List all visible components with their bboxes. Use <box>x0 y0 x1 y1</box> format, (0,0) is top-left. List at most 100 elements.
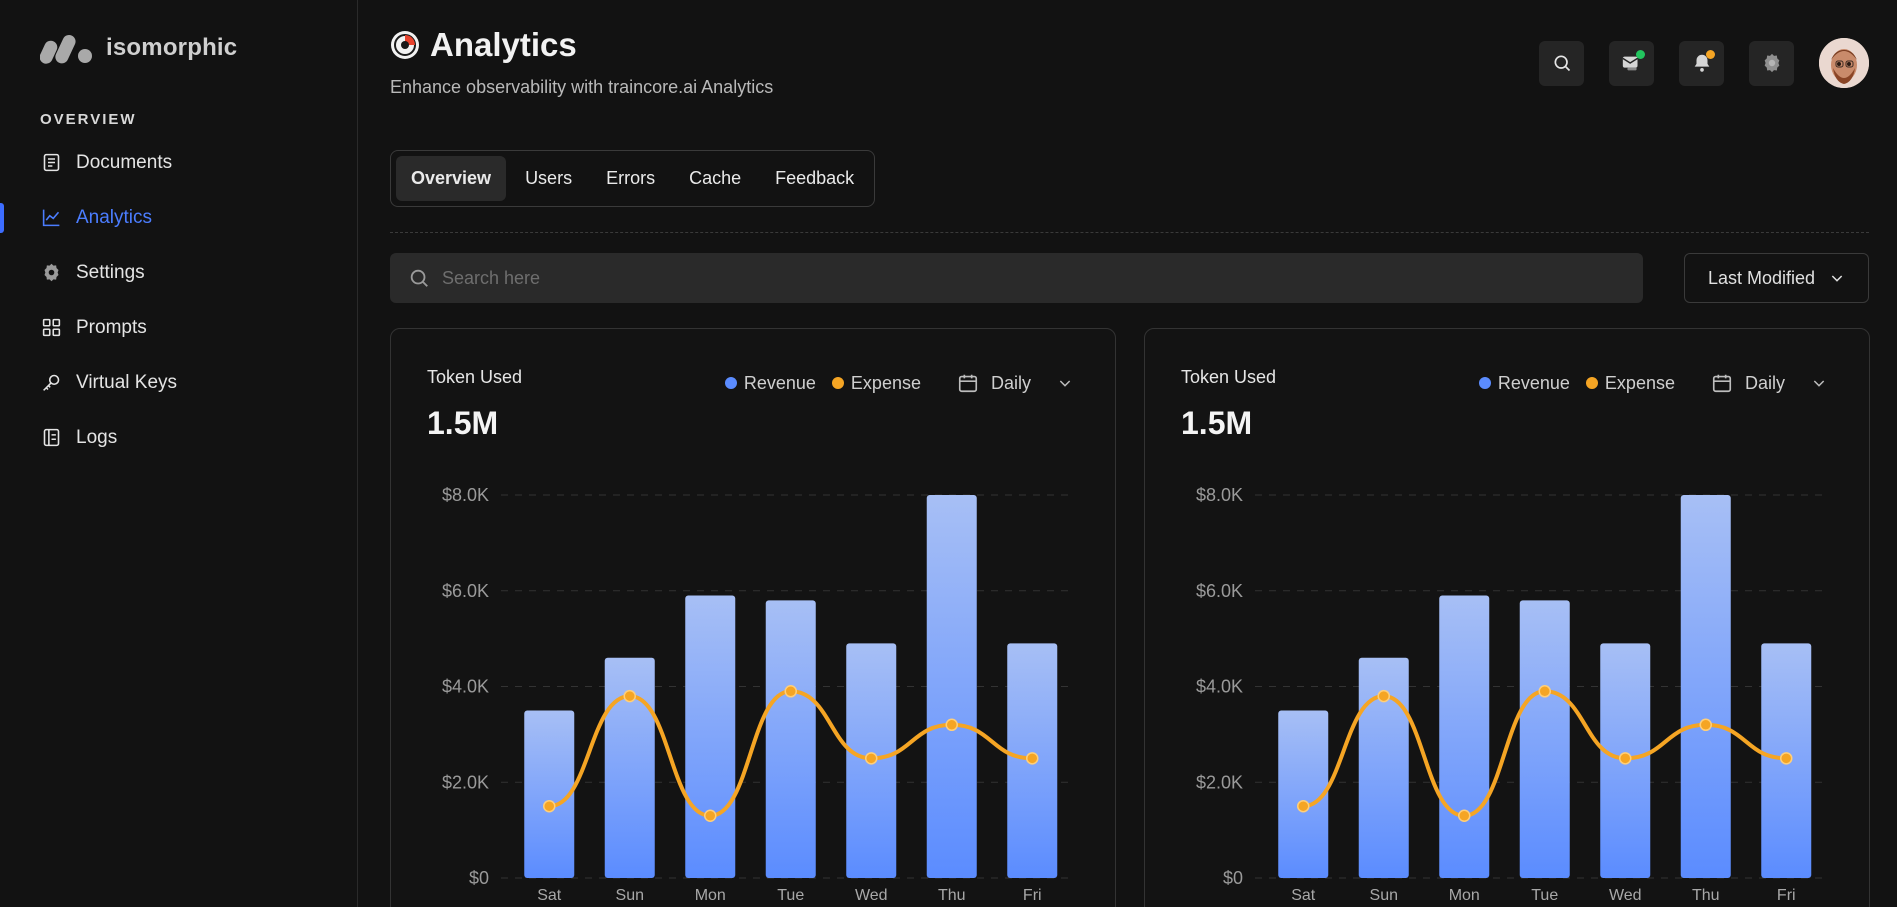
grid-icon <box>42 318 61 337</box>
section-divider <box>390 232 1869 233</box>
chevron-down-icon <box>1813 380 1825 387</box>
notification-indicator-dot <box>1706 49 1715 59</box>
period-label: Daily <box>990 372 1031 393</box>
settings-button[interactable] <box>1749 40 1794 86</box>
page-title: Analytics <box>430 26 577 63</box>
notifications-button[interactable] <box>1679 40 1724 86</box>
search-button[interactable] <box>1539 40 1584 86</box>
logo-icon <box>40 35 92 64</box>
expense-point[interactable] <box>1699 718 1712 732</box>
revenue-bar[interactable] <box>524 710 575 878</box>
app-root: isomorphic OVERVIEW Documents Analytics … <box>0 0 1897 907</box>
expense-point[interactable] <box>1538 685 1551 698</box>
legend-expense: Expense <box>1585 373 1675 394</box>
expense-point[interactable] <box>865 752 878 765</box>
x-tick-label: Fri <box>1023 887 1042 904</box>
legend-expense: Expense <box>831 372 921 394</box>
y-tick-label: $8.0K <box>1196 485 1243 505</box>
expense-point[interactable] <box>1377 689 1390 703</box>
expense-point[interactable] <box>1458 809 1471 823</box>
chevron-down-icon <box>1059 380 1071 387</box>
messages-button[interactable] <box>1609 40 1654 86</box>
sidebar-item-virtual-keys[interactable]: Virtual Keys <box>0 355 357 410</box>
gear-icon <box>44 263 59 282</box>
y-tick-label: $4.0K <box>442 677 489 697</box>
tab-feedback[interactable]: Feedback <box>760 156 869 201</box>
tab-users[interactable]: Users <box>510 156 587 201</box>
x-tick-label: Wed <box>1609 887 1642 904</box>
x-tick-label: Mon <box>1449 887 1480 904</box>
tab-cache[interactable]: Cache <box>674 156 756 201</box>
revenue-expense-chart: $0 $2.0K $4.0K $6.0K $8.0K Sat Sun Mon Tue Wed Thu… <box>442 485 1071 904</box>
expense-swatch <box>1585 377 1598 389</box>
revenue-swatch <box>724 377 737 389</box>
page-subtitle: Enhance observability with traincore.ai … <box>390 77 774 97</box>
revenue-bar[interactable] <box>926 495 977 878</box>
card-value: 1.5M <box>427 405 499 441</box>
analytics-badge-icon <box>391 31 419 59</box>
sidebar-item-logs[interactable]: Logs <box>0 410 357 465</box>
sidebar-item-label: Documents <box>76 151 173 173</box>
card-label: Token Used <box>427 367 523 387</box>
x-tick-label: Thu <box>1692 887 1720 904</box>
revenue-bar[interactable] <box>1519 600 1570 878</box>
sidebar-section-label: OVERVIEW <box>40 111 137 128</box>
y-tick-label: $0 <box>1223 868 1243 888</box>
period-dropdown[interactable]: Daily <box>957 372 1073 394</box>
search-input[interactable] <box>442 267 1592 289</box>
y-tick-label: $8.0K <box>442 485 489 505</box>
sidebar-item-documents[interactable]: Documents <box>0 135 357 190</box>
y-tick-label: $0 <box>469 868 489 888</box>
revenue-bar[interactable] <box>1278 710 1329 878</box>
sidebar-item-analytics[interactable]: Analytics <box>0 190 357 245</box>
revenue-expense-chart: $0 $2.0K $4.0K $6.0K $8.0K Sat Sun Mon Tue Wed Thu… <box>1196 485 1825 904</box>
token-usage-card: Token Used 1.5M Revenue Expense Daily $0… <box>390 328 1116 907</box>
expense-swatch <box>831 377 844 389</box>
expense-point[interactable] <box>1297 799 1310 813</box>
expense-point[interactable] <box>1780 752 1793 765</box>
y-tick-label: $2.0K <box>442 772 489 792</box>
x-tick-label: Sun <box>616 887 644 904</box>
expense-point[interactable] <box>784 685 797 698</box>
x-tick-label: Sat <box>537 887 562 904</box>
message-indicator-dot <box>1636 49 1645 59</box>
expense-point[interactable] <box>623 689 636 703</box>
tab-overview[interactable]: Overview <box>396 156 507 201</box>
expense-point[interactable] <box>1619 752 1632 765</box>
revenue-bar[interactable] <box>1680 495 1731 878</box>
token-usage-card: Token Used 1.5M Revenue Expense Daily $0… <box>1144 328 1870 907</box>
user-avatar-icon <box>1819 38 1869 88</box>
expense-point[interactable] <box>543 799 556 813</box>
legend-label: Expense <box>850 372 921 393</box>
x-tick-label: Thu <box>938 887 966 904</box>
brand-logo[interactable]: isomorphic <box>40 32 237 64</box>
gear-icon <box>1764 53 1779 73</box>
top-actions <box>1539 38 1869 88</box>
chevron-down-icon <box>1831 275 1843 282</box>
expense-point[interactable] <box>1026 752 1039 765</box>
sidebar-item-settings[interactable]: Settings <box>0 245 357 300</box>
y-tick-label: $4.0K <box>1196 677 1243 697</box>
period-dropdown[interactable]: Daily <box>1711 372 1827 394</box>
expense-point[interactable] <box>704 809 717 823</box>
revenue-bar[interactable] <box>685 595 736 878</box>
tab-bar: Overview Users Errors Cache Feedback <box>390 150 876 207</box>
chart-line-icon <box>42 209 60 227</box>
sidebar-item-prompts[interactable]: Prompts <box>0 300 357 355</box>
search-icon <box>410 269 428 287</box>
key-icon <box>43 374 60 391</box>
expense-point[interactable] <box>945 718 958 732</box>
search-bar <box>390 253 1643 303</box>
sidebar-item-label: Logs <box>76 426 118 448</box>
sidebar-item-label: Analytics <box>76 206 153 228</box>
revenue-bar[interactable] <box>1439 595 1490 878</box>
revenue-bar[interactable] <box>765 600 816 878</box>
sort-label: Last Modified <box>1707 267 1816 288</box>
search-icon <box>1554 55 1570 72</box>
x-tick-label: Tue <box>777 887 804 904</box>
chart-legend: Revenue Expense Daily <box>724 372 1073 394</box>
main-content: Analytics Enhance observability with tra… <box>358 0 1897 907</box>
sort-dropdown[interactable]: Last Modified <box>1684 253 1869 303</box>
avatar[interactable] <box>1819 38 1869 88</box>
tab-errors[interactable]: Errors <box>591 156 670 201</box>
